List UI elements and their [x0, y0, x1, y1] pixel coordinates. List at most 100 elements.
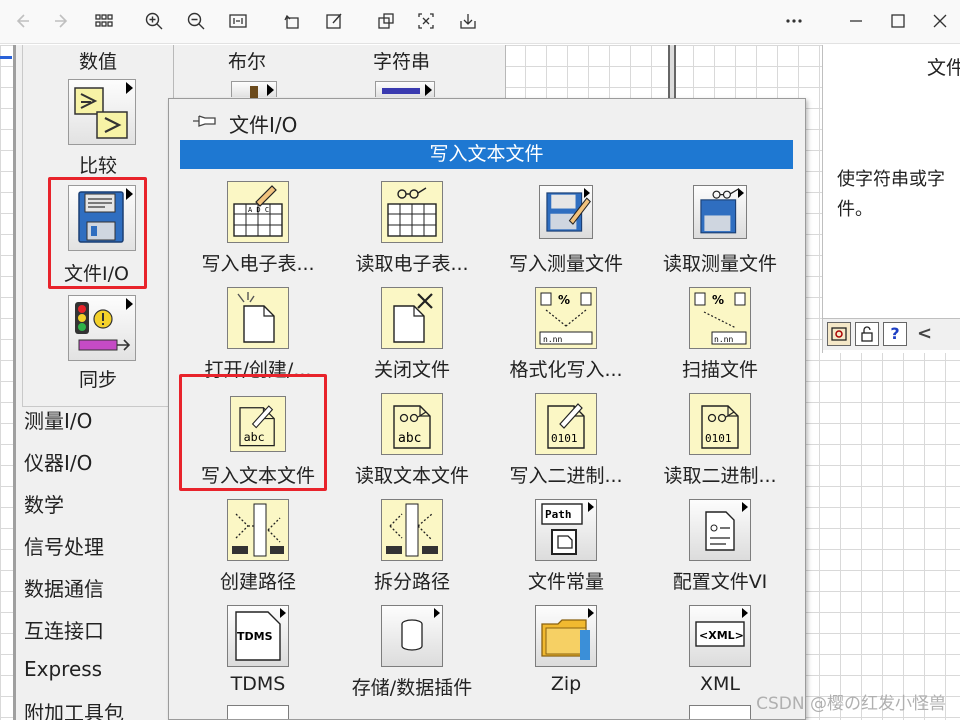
tile-close-file[interactable]: 关闭文件 [337, 283, 487, 383]
strip-path-icon [381, 499, 443, 561]
scan-file-icon: % n.nn [689, 287, 751, 349]
config-file-icon [689, 499, 751, 561]
tile-write-measurement-file[interactable]: 写入测量文件 [491, 177, 641, 277]
tile-open-create-file[interactable]: 打开/创建/... [183, 283, 333, 383]
viewer-toolbar [0, 0, 960, 44]
close-file-icon [381, 287, 443, 349]
tile-label: 文件常量 [527, 571, 604, 593]
tile-format-into-file[interactable]: % n.nn 格式化写入... [491, 283, 641, 383]
read-text-file-icon: abc [381, 393, 443, 455]
tile-label: 写入测量文件 [508, 253, 623, 275]
boolean-icon[interactable] [231, 81, 277, 98]
tile-build-path[interactable]: 创建路径 [183, 495, 333, 595]
rotate-icon[interactable] [278, 8, 306, 34]
side-item-signal-processing[interactable]: 信号处理 [24, 531, 104, 560]
file-constants-icon: Path [535, 499, 597, 561]
side-item-data-communication[interactable]: 数据通信 [24, 573, 104, 602]
category-numeric-label[interactable]: 数值 [79, 47, 117, 74]
category-string-label[interactable]: 字符串 [373, 47, 430, 74]
maximize-icon[interactable] [884, 8, 912, 34]
scroll-left-icon[interactable]: < [917, 323, 932, 344]
storage-icon [381, 605, 443, 667]
tdms-text: TDMS [237, 630, 273, 643]
context-help-panel: 文件 使字符串或字 件。 [822, 45, 960, 353]
synchronization-icon[interactable] [68, 295, 136, 361]
tile-scan-from-file[interactable]: % n.nn 扫描文件 [645, 283, 795, 383]
tile-read-binary-file[interactable]: 0101 读取二进制... [645, 389, 795, 489]
build-path-icon [227, 499, 289, 561]
tile-write-spreadsheet[interactable]: A D C 写入电子表... [183, 177, 333, 277]
scan-icon[interactable] [412, 8, 440, 34]
help-line-1: 使字符串或字 [837, 169, 945, 190]
category-comparison-label[interactable]: 比较 [79, 151, 117, 178]
help-line-2: 件。 [837, 199, 873, 220]
selected-item-label: 写入文本文件 [180, 140, 793, 169]
tile-label: TDMS [230, 673, 286, 695]
close-icon[interactable] [926, 8, 954, 34]
tile-tdms[interactable]: TDMS TDMS [183, 601, 333, 701]
read-binary-file-icon: 0101 [689, 393, 751, 455]
grid-icon[interactable] [90, 8, 118, 34]
lock-icon[interactable] [855, 322, 879, 346]
tile-label: 写入电子表... [201, 253, 315, 275]
abc-text: abc [398, 431, 421, 446]
tile-read-text-file[interactable]: abc 读取文本文件 [337, 389, 487, 489]
forward-icon[interactable] [48, 8, 76, 34]
side-item-instrument-io[interactable]: 仪器I/O [24, 447, 92, 476]
subpalette-title: 文件I/O [229, 113, 298, 137]
write-spreadsheet-icon: A D C [227, 181, 289, 243]
string-icon[interactable] [375, 81, 435, 97]
pane-splitter[interactable] [668, 45, 676, 100]
tile-read-measurement-file[interactable]: 读取测量文件 [645, 177, 795, 277]
edit-icon[interactable] [320, 8, 348, 34]
more-icon[interactable] [780, 8, 808, 34]
tile-label: 配置文件VI [672, 571, 768, 593]
svg-text:n.nn: n.nn [714, 335, 733, 344]
category-boolean-label[interactable]: 布尔 [228, 47, 266, 74]
partial-tile-icon[interactable] [227, 705, 289, 719]
tile-label: 格式化写入... [509, 359, 623, 381]
help-title: 文件 [927, 57, 960, 79]
tile-file-constants[interactable]: Path 文件常量 [491, 495, 641, 595]
highlight-write-text-file [179, 374, 327, 491]
svg-text:%: % [712, 293, 724, 307]
detailed-help-icon[interactable] [827, 322, 851, 346]
zoom-out-icon[interactable] [182, 8, 210, 34]
side-item-math[interactable]: 数学 [24, 489, 64, 518]
help-toolbar: ? < [822, 318, 960, 350]
svg-text:A D C: A D C [248, 206, 269, 214]
fit-width-icon[interactable] [224, 8, 252, 34]
side-item-connectivity[interactable]: 互连接口 [24, 615, 104, 644]
minimize-icon[interactable] [842, 8, 870, 34]
file-io-subpalette: 文件I/O 写入文本文件 A D C 写入电子表... 读取电子表... 写入测… [168, 98, 806, 720]
partial-tile-icon[interactable] [689, 705, 751, 719]
tile-read-spreadsheet[interactable]: 读取电子表... [337, 177, 487, 277]
tile-storage-dataplugin[interactable]: 存储/数据插件 [337, 601, 487, 701]
help-question-icon[interactable]: ? [883, 322, 907, 346]
tile-label: 存储/数据插件 [351, 677, 473, 699]
xml-text: <XML> [699, 629, 744, 642]
comparison-icon[interactable] [68, 79, 136, 145]
tile-write-binary-file[interactable]: 0101 写入二进制... [491, 389, 641, 489]
side-item-addons[interactable]: 附加工具包 [24, 697, 124, 720]
zoom-in-icon[interactable] [140, 8, 168, 34]
back-icon[interactable] [8, 8, 36, 34]
tile-config-file-vis[interactable]: 配置文件VI [645, 495, 795, 595]
crop-icon[interactable] [372, 8, 400, 34]
write-measurement-icon [539, 185, 593, 239]
tile-strip-path[interactable]: 拆分路径 [337, 495, 487, 595]
path-text: Path [545, 508, 572, 521]
xml-icon: <XML> [689, 605, 751, 667]
side-item-express[interactable]: Express [24, 657, 102, 681]
svg-text:%: % [558, 293, 570, 307]
binary-text: 0101 [705, 432, 732, 445]
open-file-icon [227, 287, 289, 349]
watermark: CSDN @樱の红发小怪兽 [756, 694, 946, 714]
side-item-measurement-io[interactable]: 测量I/O [24, 405, 92, 434]
tile-xml[interactable]: <XML> XML [645, 601, 795, 701]
tile-zip[interactable]: Zip [491, 601, 641, 701]
tdms-icon: TDMS [227, 605, 289, 667]
pin-icon[interactable] [191, 111, 219, 131]
category-synchronization-label[interactable]: 同步 [79, 365, 117, 392]
download-icon[interactable] [454, 8, 482, 34]
